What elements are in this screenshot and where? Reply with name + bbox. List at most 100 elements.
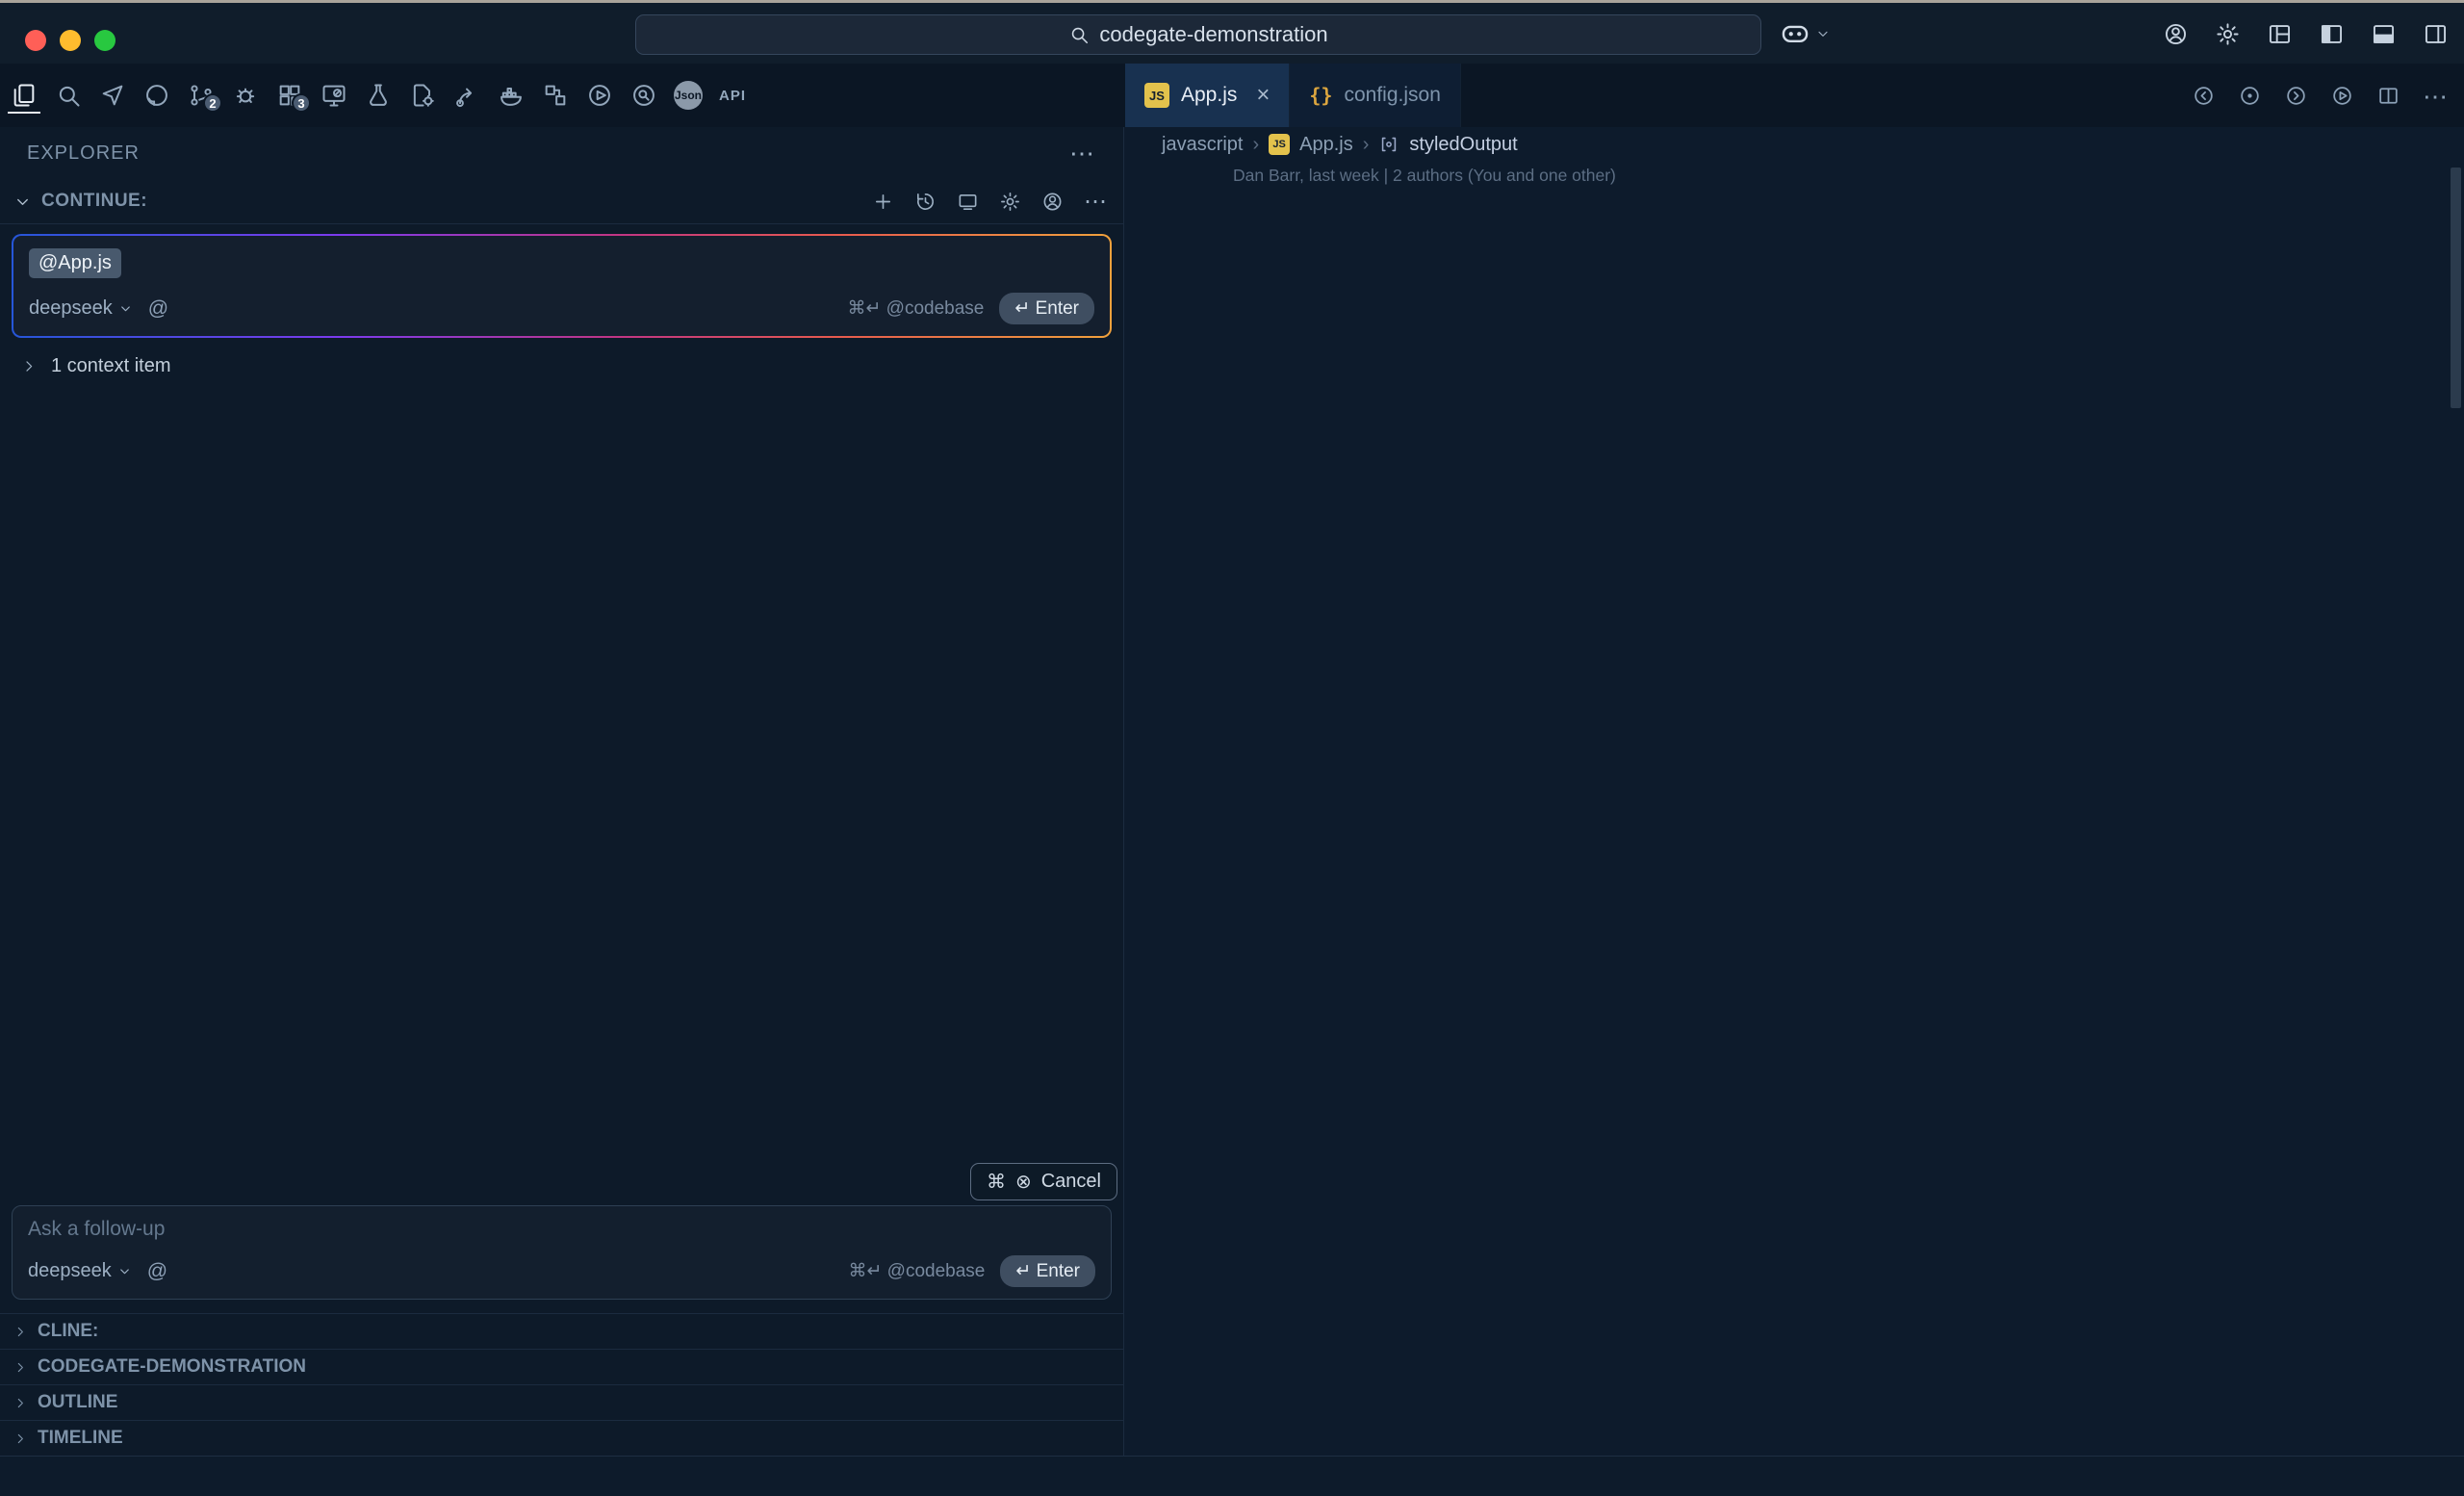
section-codegate-demonstration[interactable]: CODEGATE-DEMONSTRATION xyxy=(0,1349,1123,1384)
backspace-key-icon: ⊗ xyxy=(1015,1170,1032,1194)
file-settings-icon xyxy=(409,82,436,109)
explorer-header: EXPLORER ⋯ xyxy=(0,127,1123,179)
model-selector[interactable]: deepseek xyxy=(29,297,133,320)
activity-and-tabs-row: 2 3 Json API JS App.js × {} config.json ⋯ xyxy=(0,64,2464,127)
explorer-title: EXPLORER xyxy=(27,142,140,165)
zoom-button[interactable] xyxy=(94,30,116,51)
chevron-down-icon xyxy=(1815,26,1831,41)
split-icon[interactable] xyxy=(2376,84,2400,108)
activity-share-icon[interactable] xyxy=(452,74,481,116)
cancel-label: Cancel xyxy=(1041,1171,1101,1193)
panel-bottom-icon[interactable] xyxy=(2371,21,2397,47)
sidebar: EXPLORER ⋯ CONTINUE: ⋯ @App.js deepseek … xyxy=(0,127,1124,1456)
breadcrumb-folder[interactable]: javascript xyxy=(1162,134,1243,156)
account-icon[interactable] xyxy=(1041,191,1064,213)
enter-button[interactable]: ↵ Enter xyxy=(999,293,1094,324)
followup-input-box[interactable]: Ask a follow-up deepseek @ ⌘↵ @codebase … xyxy=(12,1205,1112,1300)
context-items-toggle[interactable]: 1 context item xyxy=(0,338,1123,388)
search-circle-icon xyxy=(630,82,657,109)
model-selector[interactable]: deepseek xyxy=(28,1260,132,1282)
cancel-button[interactable]: ⌘ ⊗ Cancel xyxy=(970,1163,1117,1200)
chevron-right-icon xyxy=(13,1360,28,1375)
activity-github-icon[interactable] xyxy=(142,74,171,116)
gear-icon[interactable] xyxy=(2215,21,2241,47)
activity-api-label[interactable]: API xyxy=(718,74,747,116)
search-icon xyxy=(1068,24,1090,45)
tab-configjson[interactable]: {} config.json xyxy=(1290,64,1461,127)
breadcrumb-file[interactable]: App.js xyxy=(1299,134,1353,156)
tab-appjs[interactable]: JS App.js × xyxy=(1125,64,1290,127)
minimize-button[interactable] xyxy=(60,30,81,51)
close-tab-icon[interactable]: × xyxy=(1256,82,1270,109)
titlebar-actions xyxy=(2163,21,2449,47)
remote-explorer-icon xyxy=(321,82,347,109)
git-codelens[interactable]: Dan Barr, last week | 2 authors (You and… xyxy=(1125,162,2464,189)
ellipsis-txt[interactable]: ⋯ xyxy=(2423,84,2447,108)
activity-search-circle-icon[interactable] xyxy=(629,74,658,116)
activity-files-icon[interactable] xyxy=(10,74,38,116)
chevron-right-icon xyxy=(13,1325,28,1339)
section-cline[interactable]: CLINE: xyxy=(0,1313,1123,1349)
layout-icon[interactable] xyxy=(2267,21,2293,47)
editor-action-icons: ⋯ xyxy=(2192,64,2447,127)
command-center-search[interactable]: codegate-demonstration xyxy=(635,14,1761,55)
code-editor[interactable]: javascript › JS App.js › styledOutput Da… xyxy=(1125,127,2464,1456)
enter-button[interactable]: ↵ Enter xyxy=(1000,1255,1095,1287)
activity-search-icon[interactable] xyxy=(54,74,83,116)
activity-debug-icon[interactable] xyxy=(231,74,260,116)
circle-icon[interactable] xyxy=(2238,84,2262,108)
cmd-key-icon: ⌘ xyxy=(987,1170,1006,1194)
activity-json-badge[interactable]: Json xyxy=(674,74,703,116)
activity-source-control-icon[interactable]: 2 xyxy=(187,74,216,116)
chevron-right-icon xyxy=(21,358,38,374)
back-circle-icon[interactable] xyxy=(2192,84,2216,108)
chevron-right-icon xyxy=(13,1432,28,1446)
plus-icon[interactable] xyxy=(872,191,894,213)
github-icon xyxy=(143,82,170,109)
panel-left-icon[interactable] xyxy=(2319,21,2345,47)
copilot-icon xyxy=(1779,17,1811,50)
codebase-hint: ⌘↵ @codebase xyxy=(848,1260,985,1282)
title-bar: codegate-demonstration xyxy=(0,0,2464,64)
activity-beaker-icon[interactable] xyxy=(364,74,393,116)
context-chip-appjs[interactable]: @App.js xyxy=(29,248,121,278)
breadcrumb-symbol[interactable]: styledOutput xyxy=(1409,134,1517,156)
files-icon xyxy=(11,82,38,109)
activity-docker-icon[interactable] xyxy=(497,74,526,116)
breadcrumb[interactable]: javascript › JS App.js › styledOutput xyxy=(1125,127,2464,162)
add-context-icon[interactable]: @ xyxy=(148,297,168,321)
add-context-icon[interactable]: @ xyxy=(147,1260,167,1283)
chat-input-box[interactable]: @App.js deepseek @ ⌘↵ @codebase ↵ Enter xyxy=(12,234,1112,338)
activity-continue-icon[interactable] xyxy=(98,74,127,116)
chevron-down-icon xyxy=(118,301,133,316)
editor-tabs: JS App.js × {} config.json xyxy=(1125,64,1461,127)
ellipsis-icon[interactable]: ⋯ xyxy=(1084,191,1106,213)
js-file-icon: JS xyxy=(1269,134,1290,155)
history-icon[interactable] xyxy=(914,191,937,213)
forward-circle-icon[interactable] xyxy=(2284,84,2308,108)
section-outline[interactable]: OUTLINE xyxy=(0,1384,1123,1420)
account-icon[interactable] xyxy=(2163,21,2189,47)
activity-ports-icon[interactable] xyxy=(541,74,570,116)
context-items-label: 1 context item xyxy=(51,355,171,377)
activity-play-circle-icon[interactable] xyxy=(585,74,614,116)
activity-file-settings-icon[interactable] xyxy=(408,74,437,116)
symbol-icon xyxy=(1378,134,1399,155)
screen-icon[interactable] xyxy=(957,191,979,213)
explorer-more-icon[interactable]: ⋯ xyxy=(1069,141,1094,166)
section-label: TIMELINE xyxy=(38,1428,123,1449)
model-label: deepseek xyxy=(28,1260,112,1282)
gear-icon[interactable] xyxy=(999,191,1021,213)
copilot-menu[interactable] xyxy=(1779,17,1831,50)
docker-icon xyxy=(498,82,525,109)
json-file-icon: {} xyxy=(1309,84,1332,107)
run-circle-icon[interactable] xyxy=(2330,84,2354,108)
play-circle-icon xyxy=(586,82,613,109)
panel-right-icon[interactable] xyxy=(2423,21,2449,47)
section-timeline[interactable]: TIMELINE xyxy=(0,1420,1123,1456)
close-button[interactable] xyxy=(25,30,46,51)
activity-extensions-icon[interactable]: 3 xyxy=(275,74,304,116)
editor-scrollbar[interactable] xyxy=(2451,168,2461,408)
continue-section-header[interactable]: CONTINUE: ⋯ xyxy=(0,179,1123,224)
activity-remote-explorer-icon[interactable] xyxy=(320,74,348,116)
